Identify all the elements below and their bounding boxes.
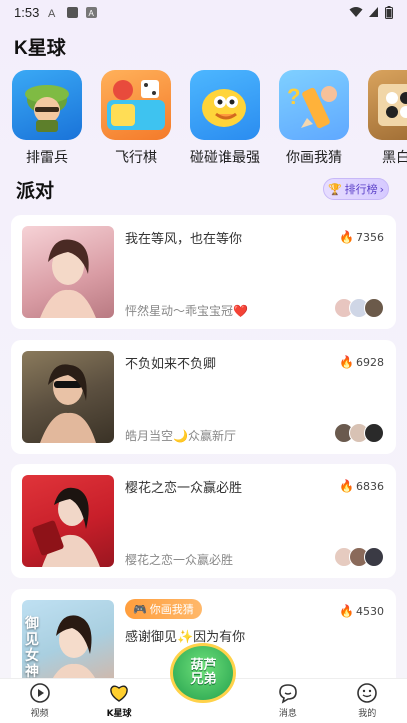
game-label: 黑白棋 (382, 150, 407, 166)
game-controller-icon: 🎮 (133, 602, 147, 616)
heart-planet-icon (110, 685, 128, 702)
room-title: 樱花之恋一众赢必胜 (125, 481, 243, 496)
room-title: 不负如来不负卿 (125, 357, 217, 372)
nav-video[interactable]: 视频 (10, 682, 70, 719)
trophy-icon: 🏆 (327, 182, 342, 196)
room-cover-image (22, 226, 114, 318)
chevron-right-icon: › (379, 182, 385, 196)
game-item-minesweeper[interactable]: 排雷兵 (12, 70, 82, 170)
board-game-icon (101, 70, 171, 140)
gourd-brothers-logo: 葫芦 兄弟 (170, 643, 237, 703)
flame-icon: 🔥 (339, 479, 354, 493)
leaderboard-label: 排行榜 (344, 183, 378, 196)
games-row: 排雷兵 飞行棋 碰碰谁最强 ? 你画我猜 黑白 (12, 70, 407, 170)
status-time: 1:53 (14, 4, 40, 20)
game-item-draw-guess[interactable]: ? 你画我猜 (279, 70, 349, 170)
party-card[interactable]: 不负如来不负卿 🔥 6928 皓月当空🌙众赢新厅 (11, 340, 396, 454)
nav-center-game[interactable]: 葫芦 兄弟 (168, 643, 238, 719)
room-cover-image (22, 475, 114, 567)
hot-count: 🔥 7356 (339, 230, 384, 244)
room-title: 感谢御见✨因为有你 (125, 630, 246, 645)
member-avatars (334, 298, 384, 318)
game-item-ludo[interactable]: 飞行棋 (101, 70, 171, 170)
hot-count: 🔥 6836 (339, 479, 384, 493)
nav-label: 视频 (30, 709, 49, 719)
bird-icon (190, 70, 260, 140)
nav-label: K星球 (106, 709, 132, 719)
message-icon (279, 684, 297, 704)
flame-icon: 🔥 (339, 355, 354, 369)
room-subtitle: 皓月当空🌙众赢新厅 (125, 429, 236, 443)
nav-label: 我的 (358, 709, 377, 719)
game-label: 你画我猜 (286, 150, 342, 166)
game-item-bump[interactable]: 碰碰谁最强 (190, 70, 260, 170)
app-square-icon (67, 6, 79, 18)
profile-icon (357, 683, 378, 703)
nav-message[interactable]: 消息 (258, 682, 318, 719)
status-bar: 1:53 A A (0, 0, 407, 24)
avatar (364, 547, 384, 567)
leaderboard-button[interactable]: 🏆 排行榜 › (323, 178, 389, 200)
signal-icon (369, 7, 378, 17)
room-subtitle: 怦然星动～乖宝宝冠❤️ (125, 304, 248, 318)
game-label: 排雷兵 (26, 150, 68, 166)
bottom-nav: 视频 K星球 葫芦 兄弟 消息 我的 (0, 643, 407, 723)
nav-label: 消息 (278, 709, 297, 719)
nav-me[interactable]: 我的 (337, 682, 397, 719)
party-card[interactable]: 樱花之恋一众赢必胜 🔥 6836 樱花之恋一众赢必胜 (11, 464, 396, 578)
font-icon: A (48, 8, 56, 19)
member-avatars (334, 423, 384, 443)
notification-a-icon: A (86, 6, 98, 18)
cover-caption: 御见女神 (25, 616, 39, 680)
avatar (364, 298, 384, 318)
chess-board-icon (368, 70, 407, 140)
flame-icon: 🔥 (339, 604, 354, 618)
svg-text:A: A (89, 9, 95, 18)
game-label: 碰碰谁最强 (190, 150, 260, 166)
hot-count: 🔥 4530 (339, 604, 384, 618)
game-tag: 🎮 你画我猜 (125, 599, 202, 619)
flame-icon: 🔥 (339, 230, 354, 244)
video-icon (29, 683, 50, 703)
game-label: 飞行棋 (115, 150, 157, 166)
nav-star[interactable]: K星球 (89, 682, 149, 719)
member-avatars (334, 547, 384, 567)
star-section-title: K星球 (14, 38, 66, 59)
game-item-reversi[interactable]: 黑白棋 (368, 70, 407, 170)
svg-text:A: A (48, 8, 56, 19)
party-card[interactable]: 我在等风，也在等你 🔥 7356 怦然星动～乖宝宝冠❤️ (11, 215, 396, 329)
hot-count: 🔥 6928 (339, 355, 384, 369)
room-title: 我在等风，也在等你 (125, 232, 243, 247)
soldier-icon (12, 70, 82, 140)
room-subtitle: 樱花之恋一众赢必胜 (125, 553, 234, 567)
avatar (364, 423, 384, 443)
pencil-icon: ? (279, 70, 349, 140)
battery-icon (385, 5, 393, 19)
party-section-title: 派对 (16, 181, 55, 202)
svg-text:?: ? (287, 84, 300, 109)
wifi-icon (349, 7, 363, 17)
room-cover-image (22, 351, 114, 443)
status-right (349, 5, 393, 19)
